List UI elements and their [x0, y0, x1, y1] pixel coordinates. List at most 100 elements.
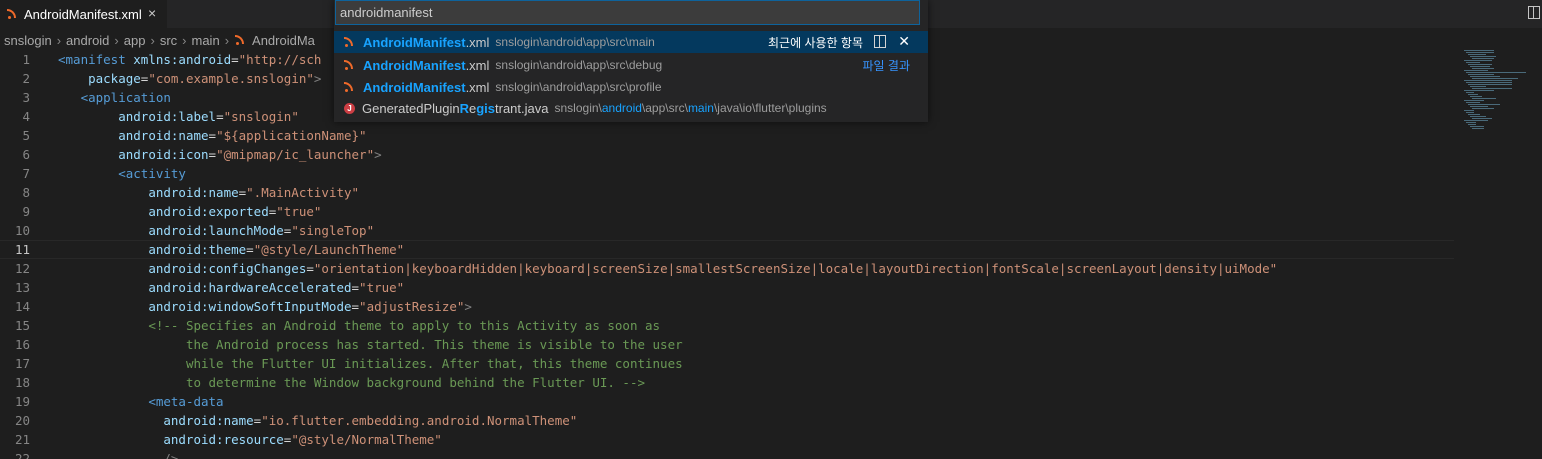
breadcrumb-item[interactable]: android [66, 33, 109, 48]
code-line[interactable]: 6 android:icon="@mipmap/ic_launcher"> [0, 145, 1454, 164]
split-editor-icon[interactable] [1528, 6, 1540, 19]
code-token: = [351, 280, 360, 295]
code-text: android:windowSoftInputMode="adjustResiz… [58, 297, 472, 316]
breadcrumb-item[interactable]: main [192, 33, 220, 48]
item-path: snslogin\android\app\src\debug [495, 58, 663, 72]
open-to-side-icon[interactable] [874, 34, 887, 48]
code-token: "com.example.snslogin" [148, 71, 314, 86]
tab-androidmanifest[interactable]: AndroidManifest.xml × [0, 0, 167, 28]
line-number: 2 [22, 71, 30, 86]
breadcrumb-item[interactable]: app [124, 33, 146, 48]
code-line[interactable]: 8 android:name=".MainActivity" [0, 183, 1454, 202]
code-text: package="com.example.snslogin"> [58, 69, 321, 88]
path-part: main [687, 101, 714, 115]
code-line[interactable]: 19 <meta-data [0, 392, 1454, 411]
remove-from-recent-icon[interactable]: ✕ [898, 34, 910, 48]
line-number: 22 [14, 451, 30, 459]
recent-label: 최근에 사용한 항목 [768, 35, 863, 50]
breadcrumb-item[interactable]: snslogin [4, 33, 52, 48]
quick-open-item[interactable]: AndroidManifest .xml snslogin\android\app… [334, 54, 928, 76]
breadcrumb-item[interactable]: src [160, 33, 177, 48]
code-token: /> [163, 451, 179, 459]
item-actions: ✕ [874, 34, 910, 48]
minimap-line [1470, 126, 1484, 127]
item-path: snslogin\android\app\src\profile [495, 80, 662, 94]
code-token: <manifest [58, 52, 134, 67]
item-name-part: R [459, 100, 469, 116]
code-token: = [231, 52, 239, 67]
code-token: android:exported [148, 204, 269, 219]
code-text: android:exported="true" [58, 202, 321, 221]
code-token: = [216, 109, 224, 124]
minimap-line [1464, 110, 1474, 111]
code-line[interactable]: 12 android:configChanges="orientation|ke… [0, 259, 1454, 278]
code-line[interactable]: 11 android:theme="@style/LaunchTheme" [0, 240, 1454, 259]
code-token: "@style/LaunchTheme" [253, 242, 405, 257]
code-line[interactable]: 13 android:hardwareAccelerated="true" [0, 278, 1454, 297]
code-token: > [464, 299, 472, 314]
code-text: android:name="${applicationName}" [58, 126, 366, 145]
code-token: "orientation|keyboardHidden|keyboard|scr… [313, 261, 1278, 276]
code-line[interactable]: 5 android:name="${applicationName}" [0, 126, 1454, 145]
code-text: /> [58, 449, 178, 459]
quick-open-input[interactable] [335, 0, 920, 25]
code-line[interactable]: 22 /> [0, 449, 1454, 459]
minimap[interactable] [1460, 44, 1542, 459]
code-line[interactable]: 21 android:resource="@style/NormalTheme" [0, 430, 1454, 449]
code-text: android:configChanges="orientation|keybo… [58, 259, 1277, 278]
minimap-line [1472, 98, 1496, 99]
quick-open-item[interactable]: AndroidManifest .xml snslogin\android\app… [334, 76, 928, 98]
line-number: 14 [14, 299, 30, 314]
minimap-line [1466, 52, 1494, 53]
item-path: snslogin\android\app\src\main\java\io\fl… [555, 101, 827, 115]
code-line[interactable]: 14 android:windowSoftInputMode="adjustRe… [0, 297, 1454, 316]
line-number: 12 [14, 261, 30, 276]
code-text: android:theme="@style/LaunchTheme" [58, 240, 404, 259]
minimap-line [1470, 86, 1486, 87]
code-line[interactable]: 17 while the Flutter UI initializes. Aft… [0, 354, 1454, 373]
minimap-line [1472, 88, 1512, 89]
minimap-line [1470, 96, 1482, 97]
minimap-line [1468, 64, 1492, 65]
quick-open-item[interactable]: AndroidManifest .xml snslogin\android\app… [334, 31, 928, 53]
code-line[interactable]: 16 the Android process has started. This… [0, 335, 1454, 354]
minimap-line [1468, 104, 1500, 105]
code-token: = [208, 128, 217, 143]
minimap-line [1464, 90, 1494, 91]
code-text: android:launchMode="singleTop" [58, 221, 374, 240]
code-token: "io.flutter.embedding.android.NormalThem… [261, 413, 578, 428]
breadcrumb: snslogin › android › app › src › main › … [0, 30, 315, 50]
code-line[interactable]: 20 android:name="io.flutter.embedding.an… [0, 411, 1454, 430]
code-line[interactable]: 10 android:launchMode="singleTop" [0, 221, 1454, 240]
minimap-line [1470, 106, 1488, 107]
line-number: 7 [22, 166, 30, 181]
breadcrumb-item[interactable]: AndroidMa [252, 33, 315, 48]
item-name-part: rant.java [498, 100, 549, 116]
code-line[interactable]: 7 <activity [0, 164, 1454, 183]
code-text: <application [58, 88, 171, 107]
minimap-line [1470, 76, 1500, 77]
minimap-line [1464, 120, 1488, 121]
code-text: <manifest xmlns:android="http://sch [58, 52, 321, 69]
code-text: <activity [58, 164, 186, 183]
line-number: 20 [14, 413, 30, 428]
code-token: <activity [118, 166, 186, 181]
path-part: \app\src\ [641, 101, 688, 115]
code-line[interactable]: 9 android:exported="true" [0, 202, 1454, 221]
quick-open-item[interactable]: J Generated Plugin Re gis t rant.java snslogi… [334, 97, 928, 119]
minimap-line [1466, 92, 1474, 93]
line-number: 16 [14, 337, 30, 352]
minimap-line [1472, 128, 1484, 129]
code-line[interactable]: 15 <!-- Specifies an Android theme to ap… [0, 316, 1454, 335]
close-icon[interactable]: × [148, 5, 156, 21]
minimap-line [1466, 82, 1512, 83]
code-line[interactable]: 18 to determine the Window background be… [0, 373, 1454, 392]
minimap-line [1464, 100, 1484, 101]
